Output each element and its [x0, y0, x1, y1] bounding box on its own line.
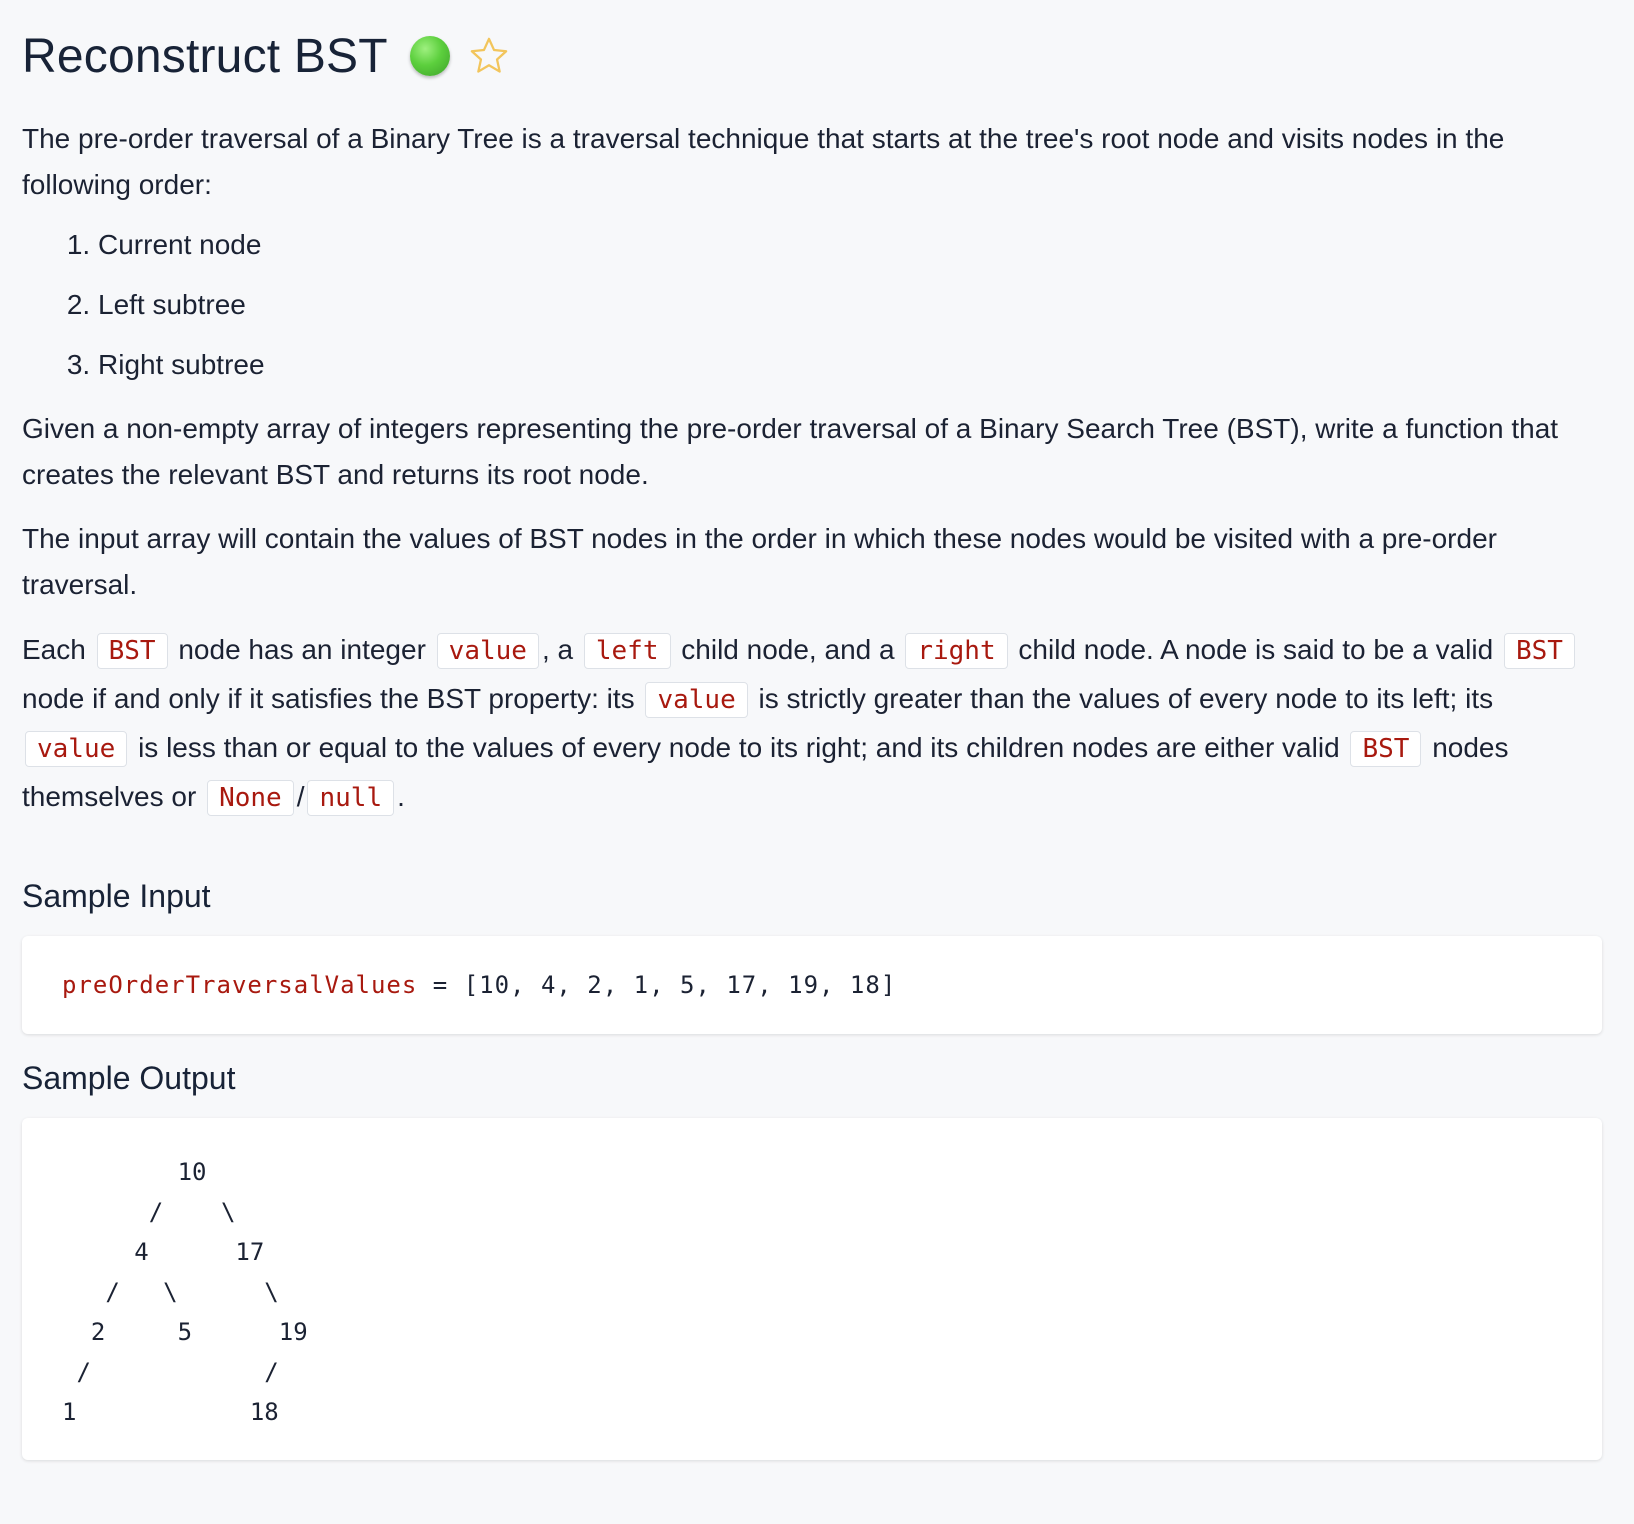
problem-statement: Reconstruct BST The pre-order traversal …	[0, 26, 1634, 1460]
text-segment: child node, and a	[681, 634, 895, 665]
tree-line: / /	[62, 1358, 279, 1386]
code-bst: BST	[96, 633, 168, 669]
text-segment: /	[296, 781, 305, 812]
tree-line: / \	[62, 1198, 236, 1226]
difficulty-indicator-icon	[409, 36, 450, 76]
given-paragraph: Given a non-empty array of integers repr…	[22, 413, 1559, 490]
text-segment: , a	[541, 634, 574, 665]
code-null: null	[307, 780, 395, 816]
code-bst: BST	[1350, 731, 1422, 767]
text-segment: node has an integer	[178, 634, 426, 665]
code-value: value	[645, 682, 748, 718]
traversal-order-list: Current node Left subtree Right subtree	[22, 222, 1602, 402]
code-value: value	[436, 633, 539, 669]
code-variable: preOrderTraversalValues	[62, 971, 418, 999]
sample-output-code-block: 10 / \ 4 17 / \ \ 2 5 19 / / 1 18	[22, 1118, 1602, 1460]
code-bst: BST	[1503, 633, 1575, 669]
sample-output-heading: Sample Output	[22, 1060, 236, 1096]
title-row: Reconstruct BST	[22, 26, 1602, 86]
text-segment: child node. A node is said to be a valid	[1018, 634, 1494, 665]
code-operator: =	[417, 971, 464, 999]
code-right: right	[905, 633, 1008, 669]
code-value: [10, 4, 2, 1, 5, 17, 19, 18]	[463, 971, 897, 999]
page-title: Reconstruct BST	[22, 29, 388, 83]
intro-paragraph: The pre-order traversal of a Binary Tree…	[22, 123, 1505, 200]
code-value: value	[25, 731, 128, 767]
sample-input-code-block: preOrderTraversalValues = [10, 4, 2, 1, …	[22, 936, 1602, 1034]
list-item: Right subtree	[98, 342, 1602, 402]
bst-description-paragraph: Each BST node has an integer value, a le…	[22, 626, 1602, 822]
text-segment: .	[397, 781, 405, 812]
text-segment: is less than or equal to the values of e…	[138, 732, 1340, 763]
tree-line: 10	[62, 1158, 207, 1186]
list-item: Left subtree	[98, 282, 1602, 342]
star-outline-icon[interactable]	[468, 35, 510, 77]
code-left: left	[583, 633, 671, 669]
code-none: None	[207, 780, 294, 816]
text-segment: Each	[22, 634, 86, 665]
tree-diagram: 10 / \ 4 17 / \ \ 2 5 19 / / 1 18	[62, 1152, 1602, 1432]
tree-line: 1 18	[62, 1398, 279, 1426]
tree-line: 2 5 19	[62, 1318, 308, 1346]
tree-line: 4 17	[62, 1238, 265, 1266]
tree-line: / \ \	[62, 1278, 279, 1306]
list-item: Current node	[98, 222, 1602, 282]
input-description-paragraph: The input array will contain the values …	[22, 523, 1497, 600]
text-segment: node if and only if it satisfies the BST…	[22, 683, 635, 714]
sample-input-heading: Sample Input	[22, 878, 211, 914]
text-segment: is strictly greater than the values of e…	[758, 683, 1494, 714]
